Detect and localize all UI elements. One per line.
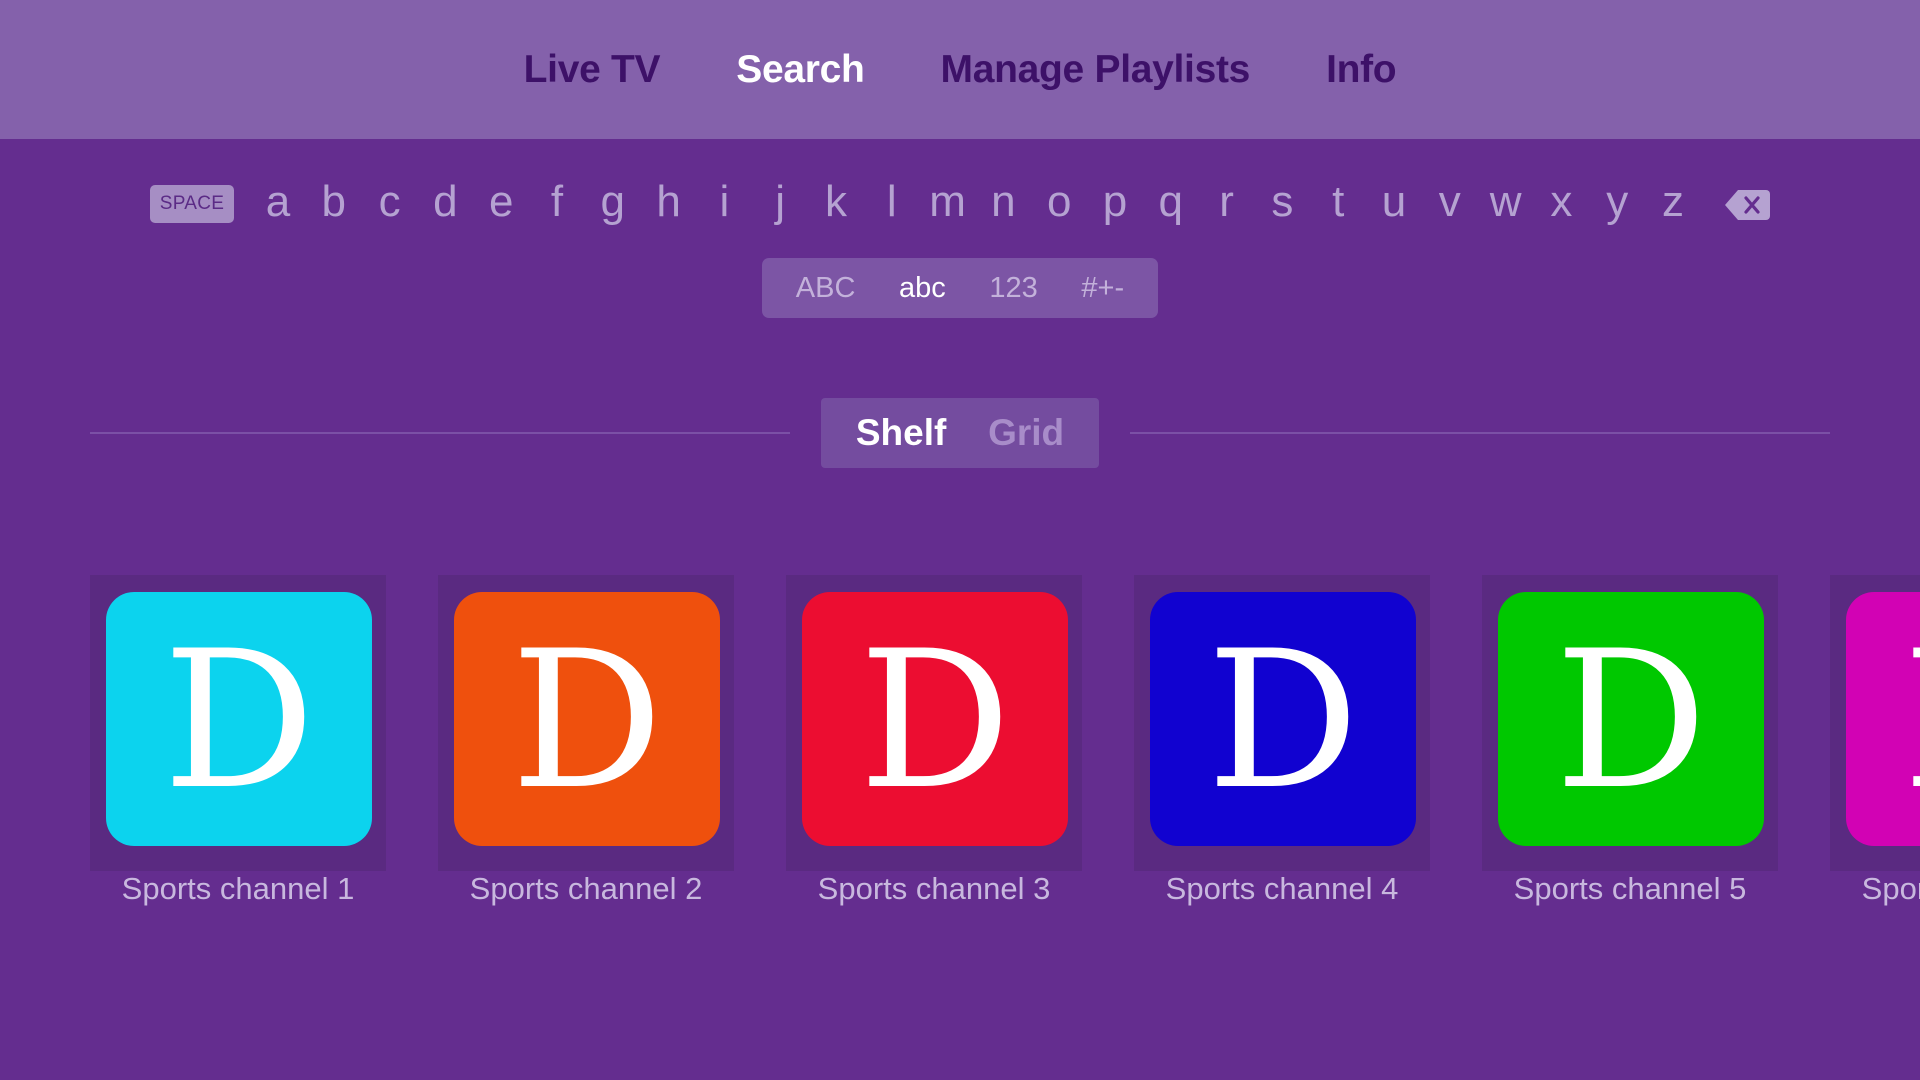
letter-key-c[interactable]: c (370, 172, 410, 236)
channel-card[interactable]: D Sports channel 5 (1482, 575, 1778, 915)
keyboard-mode-selector: ABC abc 123 #+- (762, 258, 1158, 318)
channel-name: Sports channel 3 (817, 871, 1051, 906)
letter-key-r[interactable]: r (1207, 172, 1247, 236)
channel-card[interactable]: D Sports channel 4 (1134, 575, 1430, 915)
keyboard-mode-numbers[interactable]: 123 (989, 272, 1037, 305)
letter-key-o[interactable]: o (1039, 172, 1079, 236)
letter-key-p[interactable]: p (1095, 172, 1135, 236)
letter-key-a[interactable]: a (258, 172, 298, 236)
channel-shelf: D Sports channel 1 D Sports channel 2 D Sport… (0, 575, 1920, 915)
channel-logo: D (1498, 592, 1764, 846)
channel-logo-letter: D (1206, 610, 1360, 831)
channel-name: Sports channel 2 (469, 871, 703, 906)
backspace-icon[interactable] (1724, 188, 1770, 222)
divider-right (1130, 432, 1830, 434)
letter-key-k[interactable]: k (816, 172, 856, 236)
tab-info[interactable]: Info (1326, 42, 1397, 98)
channel-logo-letter: D (858, 610, 1012, 831)
view-mode-switch: Shelf Grid (821, 398, 1099, 468)
channel-card-frame: D (90, 575, 386, 871)
letter-keys: abcdefghijklmnopqrstuvwxyz (266, 172, 1684, 236)
channel-card-frame: D (438, 575, 734, 871)
letter-key-v[interactable]: v (1430, 172, 1470, 236)
channel-logo-letter: D (1903, 626, 1920, 816)
channel-card-frame: D (786, 575, 1082, 871)
letter-key-d[interactable]: d (425, 172, 465, 236)
letter-key-i[interactable]: i (704, 172, 744, 236)
channel-name: Sports channel 6 (1861, 871, 1920, 906)
tab-live-tv[interactable]: Live TV (524, 42, 661, 98)
letter-key-m[interactable]: m (928, 172, 968, 236)
app-window: Live TV Search Manage Playlists Info SPA… (0, 0, 1920, 1080)
keyboard-mode-uppercase[interactable]: ABC (796, 272, 856, 305)
channel-card-frame: D (1830, 575, 1920, 871)
letter-key-y[interactable]: y (1597, 172, 1637, 236)
letter-key-j[interactable]: j (760, 172, 800, 236)
search-keyboard-row: SPACE abcdefghijklmnopqrstuvwxyz (0, 172, 1920, 236)
channel-name: Sports channel 5 (1513, 871, 1747, 906)
channel-logo: D (1846, 592, 1920, 846)
channel-card[interactable]: D Sports channel 3 (786, 575, 1082, 915)
letter-key-z[interactable]: z (1653, 172, 1693, 236)
channel-card[interactable]: D Sports channel 1 (90, 575, 386, 915)
channel-logo: D (1150, 592, 1416, 846)
letter-key-u[interactable]: u (1374, 172, 1414, 236)
letter-key-w[interactable]: w (1486, 172, 1526, 236)
letter-key-x[interactable]: x (1541, 172, 1581, 236)
letter-key-n[interactable]: n (983, 172, 1023, 236)
channel-logo: D (454, 592, 720, 846)
channel-card-frame: D (1134, 575, 1430, 871)
channel-name: Sports channel 4 (1165, 871, 1399, 906)
keyboard-mode-symbols[interactable]: #+- (1081, 272, 1124, 305)
letter-key-b[interactable]: b (314, 172, 354, 236)
channel-logo-letter: D (162, 610, 316, 831)
top-navigation-bar: Live TV Search Manage Playlists Info (0, 0, 1920, 139)
channel-logo: D (802, 592, 1068, 846)
channel-name: Sports channel 1 (121, 871, 355, 906)
tab-manage-playlists[interactable]: Manage Playlists (941, 42, 1251, 98)
letter-key-g[interactable]: g (593, 172, 633, 236)
letter-key-t[interactable]: t (1318, 172, 1358, 236)
channel-logo-letter: D (1554, 610, 1708, 831)
channel-card-frame: D (1482, 575, 1778, 871)
channel-logo: D (106, 592, 372, 846)
letter-key-e[interactable]: e (481, 172, 521, 236)
channel-card[interactable]: D Sports channel 2 (438, 575, 734, 915)
channel-logo-letter: D (510, 610, 664, 831)
keyboard-mode-lowercase[interactable]: abc (899, 272, 946, 305)
space-key[interactable]: SPACE (150, 185, 234, 223)
letter-key-h[interactable]: h (649, 172, 689, 236)
letter-key-f[interactable]: f (537, 172, 577, 236)
divider-left (90, 432, 790, 434)
view-option-grid[interactable]: Grid (988, 412, 1064, 454)
tab-search[interactable]: Search (736, 42, 865, 98)
letter-key-l[interactable]: l (872, 172, 912, 236)
letter-key-s[interactable]: s (1262, 172, 1302, 236)
view-option-shelf[interactable]: Shelf (856, 412, 946, 454)
letter-key-q[interactable]: q (1151, 172, 1191, 236)
channel-card[interactable]: D Sports channel 6 (1830, 575, 1920, 915)
